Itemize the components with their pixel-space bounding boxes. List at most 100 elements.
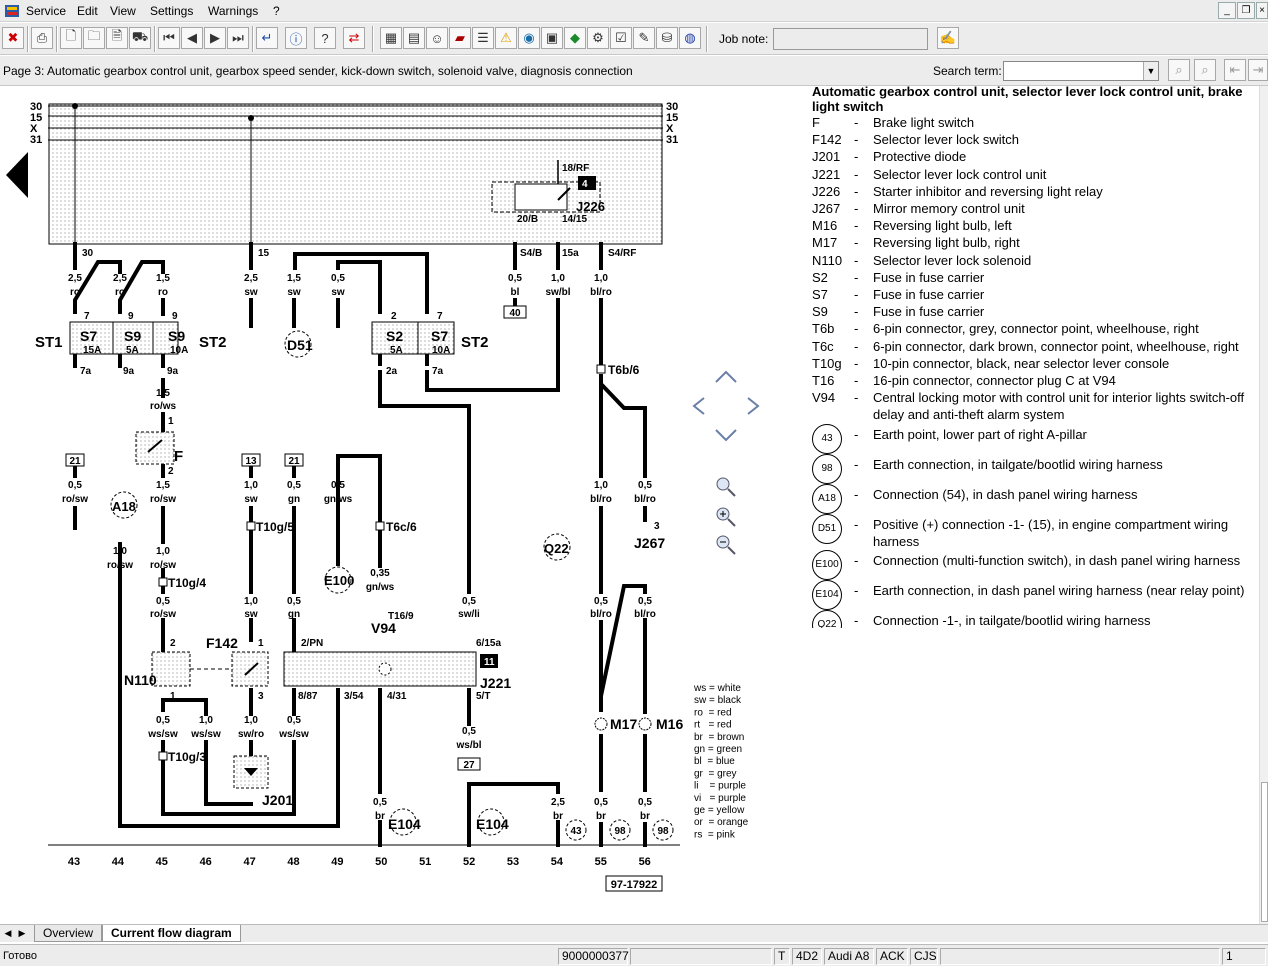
menu-edit[interactable]: Edit <box>77 4 98 18</box>
zoom-fit-icon[interactable]: ⇤ <box>1224 59 1246 81</box>
legend-code: J267 <box>812 201 841 217</box>
menu-help[interactable]: ? <box>273 4 280 18</box>
zoom-out-icon[interactable] <box>716 535 736 555</box>
minimize-button[interactable]: _ <box>1218 2 1236 19</box>
svg-text:gn: gn <box>288 609 300 620</box>
next-page-icon[interactable]: ▶ <box>204 27 226 49</box>
scrollbar-thumb[interactable] <box>1261 782 1268 922</box>
chevron-down-icon[interactable]: ▼ <box>1143 62 1158 80</box>
component-legend: Automatic gearbox control unit, selector… <box>812 84 1252 628</box>
help-icon[interactable]: ? <box>314 27 336 49</box>
restore-button[interactable]: ❐ <box>1237 2 1255 19</box>
legend-circle-item: E100- Connection (multi-function switch),… <box>812 550 1252 581</box>
legend-code: T6b <box>812 321 835 337</box>
svg-text:1,5: 1,5 <box>156 273 170 284</box>
tab-scroll-left-icon[interactable]: ◀ <box>2 927 14 940</box>
previous-page-icon[interactable]: ◀ <box>181 27 203 49</box>
edit-note-icon[interactable]: ✍ <box>937 27 959 49</box>
close-button[interactable]: × <box>1256 2 1268 19</box>
search-input[interactable] <box>1003 61 1159 81</box>
zoom-icon[interactable] <box>716 477 736 497</box>
print-icon[interactable]: ⎙ <box>31 27 53 49</box>
toolbar-separator <box>706 26 708 52</box>
notes-icon[interactable]: 🗎 <box>106 27 128 49</box>
legend-dash: - <box>854 456 859 472</box>
svg-text:1,0: 1,0 <box>113 546 127 557</box>
menu-warnings[interactable]: Warnings <box>208 4 258 18</box>
menu-settings[interactable]: Settings <box>150 4 193 18</box>
svg-text:3/54: 3/54 <box>344 691 364 702</box>
legend-circle-item: A18- Connection (54), in dash panel wirin… <box>812 483 1252 514</box>
tool-icon-1[interactable]: ▦ <box>380 27 402 49</box>
tool-icon-6[interactable]: ⚙ <box>587 27 609 49</box>
tool-icon-5[interactable]: ◆ <box>564 27 586 49</box>
tool-icon-9[interactable]: ◍ <box>679 27 701 49</box>
app-icon <box>5 5 19 17</box>
svg-text:sw: sw <box>331 287 345 298</box>
svg-text:4: 4 <box>582 179 588 190</box>
last-page-icon[interactable]: ⏭ <box>227 27 249 49</box>
svg-text:2,5: 2,5 <box>113 273 127 284</box>
svg-text:43: 43 <box>570 826 582 837</box>
menu-bar: Service Edit View Settings Warnings ? _ … <box>0 0 1268 22</box>
new-document-icon[interactable]: 🗋 <box>60 27 82 49</box>
globe-icon[interactable]: ◉ <box>518 27 540 49</box>
status-empty <box>630 948 772 965</box>
menu-service[interactable]: Service <box>26 4 66 18</box>
tab-current-flow-diagram[interactable]: Current flow diagram <box>102 925 241 942</box>
list-icon[interactable]: ☰ <box>472 27 494 49</box>
svg-text:1,5: 1,5 <box>156 480 170 491</box>
job-note-field[interactable] <box>773 28 928 50</box>
pan-left-icon[interactable] <box>692 397 705 415</box>
legend-dash: - <box>854 390 859 406</box>
legend-dash: - <box>854 149 859 165</box>
legend-dash: - <box>854 252 859 268</box>
previous-arrow-icon[interactable] <box>6 152 28 198</box>
legend-item: T10g -10-pin connector, black, near selec… <box>812 355 1252 372</box>
tool-icon-3[interactable]: ☺ <box>426 27 448 49</box>
tool-icon-8[interactable]: ⛁ <box>656 27 678 49</box>
svg-text:10A: 10A <box>432 345 450 356</box>
tool-icon-7[interactable]: ✎ <box>633 27 655 49</box>
svg-text:30: 30 <box>82 248 94 259</box>
zoom-width-icon[interactable]: ⇥ <box>1248 59 1268 81</box>
search-icon[interactable]: ⌕ <box>1168 59 1190 81</box>
pan-down-icon[interactable] <box>715 429 737 442</box>
legend-dash: - <box>854 218 859 234</box>
legend-item: F142- Selector lever lock switch <box>812 131 1252 148</box>
car-icon[interactable]: ⛟ <box>129 27 151 49</box>
toolbar-separator <box>252 26 254 52</box>
menu-view[interactable]: View <box>110 4 136 18</box>
toolbar-separator <box>56 26 58 52</box>
tool-icon-2[interactable]: ▤ <box>403 27 425 49</box>
pan-right-icon[interactable] <box>747 397 760 415</box>
checklist-icon[interactable]: ☑ <box>610 27 632 49</box>
search-next-icon[interactable]: ⌕ <box>1194 59 1216 81</box>
jump-icon[interactable]: ↵ <box>256 27 278 49</box>
first-page-icon[interactable]: ⏮ <box>158 27 180 49</box>
svg-text:2: 2 <box>391 311 397 322</box>
legend-code: T6c <box>812 338 834 354</box>
switch-icon[interactable]: ⇄ <box>343 27 365 49</box>
color-key-entry: ge = yellow <box>694 805 745 816</box>
label-q22: Q22 <box>544 541 569 556</box>
legend-desc: Selector lever lock switch <box>873 132 1019 148</box>
wire-color-key: ws = whitesw = blackro = red rt = redbr =… <box>693 683 749 840</box>
svg-text:15: 15 <box>258 248 270 259</box>
info-icon[interactable]: ⓘ <box>285 27 307 49</box>
tab-scroll-right-icon[interactable]: ▶ <box>16 927 28 940</box>
exit-icon[interactable]: ✖ <box>2 27 24 49</box>
open-document-icon[interactable]: 🗀 <box>83 27 105 49</box>
pan-up-icon[interactable] <box>715 370 737 383</box>
svg-text:0,35: 0,35 <box>370 568 390 579</box>
job-note-label: Job note: <box>719 32 769 46</box>
legend-desc: Fuse in fuse carrier <box>873 269 985 285</box>
tab-overview[interactable]: Overview <box>34 925 103 942</box>
page-title: Page 3: Automatic gearbox control unit, … <box>3 64 633 78</box>
tool-icon-4[interactable]: ▣ <box>541 27 563 49</box>
color-key-entry: vi = purple <box>694 793 746 804</box>
warning-icon[interactable]: ⚠ <box>495 27 517 49</box>
zoom-in-icon[interactable] <box>716 507 736 527</box>
wiring-diagram[interactable]: 30 15 X 31 30 15 X 31 4 J226 18/RF 20/B … <box>0 86 810 924</box>
book-icon[interactable]: ▰ <box>449 27 471 49</box>
